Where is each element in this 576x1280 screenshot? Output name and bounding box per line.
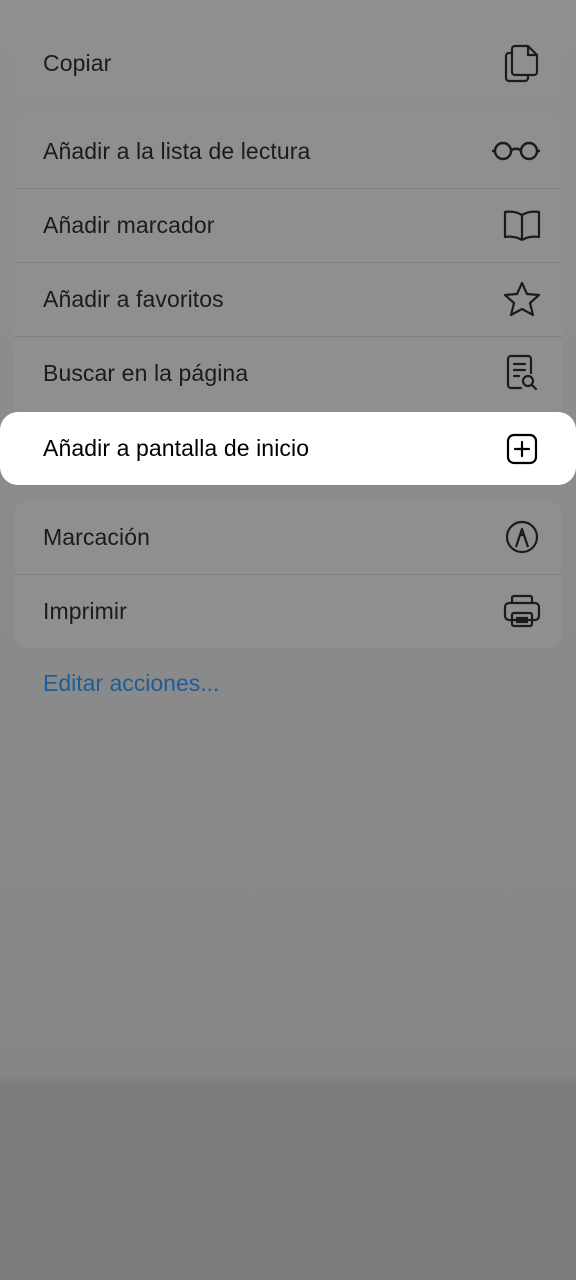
- book-icon: [502, 205, 542, 245]
- action-reading-list-label: Añadir a la lista de lectura: [43, 137, 311, 164]
- action-add-favorite[interactable]: Añadir a favoritos: [14, 262, 562, 336]
- action-add-to-home-screen[interactable]: Añadir a pantalla de inicio: [0, 412, 576, 485]
- star-icon: [502, 279, 542, 319]
- copy-icon: [502, 43, 542, 83]
- printer-icon: [502, 591, 542, 631]
- action-markup-label: Marcación: [43, 523, 150, 550]
- action-markup[interactable]: Marcación: [14, 500, 562, 574]
- add-square-icon: [502, 429, 542, 469]
- action-find-in-page[interactable]: Buscar en la página: [14, 336, 562, 410]
- action-find-in-page-label: Buscar en la página: [43, 359, 249, 386]
- action-reading-list[interactable]: Añadir a la lista de lectura: [14, 114, 562, 188]
- copy-group: Copiar: [14, 26, 562, 100]
- action-print-label: Imprimir: [43, 597, 127, 624]
- action-add-to-home-screen-label: Añadir a pantalla de inicio: [43, 435, 310, 461]
- action-copy-label: Copiar: [43, 49, 112, 76]
- action-add-bookmark-label: Añadir marcador: [43, 211, 215, 238]
- edit-actions-link[interactable]: Editar acciones...: [43, 670, 219, 697]
- find-in-page-icon: [502, 353, 542, 393]
- action-print[interactable]: Imprimir: [14, 574, 562, 648]
- action-copy[interactable]: Copiar: [14, 26, 562, 100]
- glasses-icon: [490, 131, 542, 171]
- markup-pen-icon: [502, 517, 542, 557]
- action-add-bookmark[interactable]: Añadir marcador: [14, 188, 562, 262]
- markup-print-group: Marcación Imprimir: [14, 500, 562, 648]
- action-add-favorite-label: Añadir a favoritos: [43, 285, 224, 312]
